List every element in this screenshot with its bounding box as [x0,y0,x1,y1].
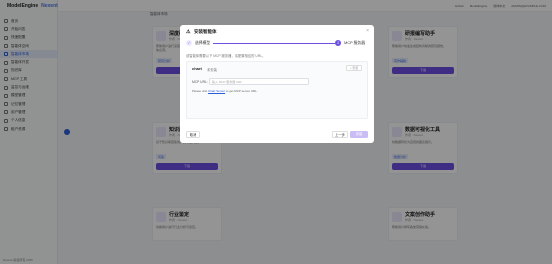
step-1-check-icon: ✓ [186,40,192,46]
mcp-server-name: chart [192,66,202,71]
modal-title: ⚠ 安装智能体 [186,28,217,35]
previous-button[interactable]: 上一步 [332,131,348,138]
mcp-config-panel: chart 未安装 + 安装 MCP URL: 输入 MCP 服务器 URL P… [186,61,368,119]
chart-server-link[interactable]: Chart Server [208,89,225,93]
mcp-url-input[interactable]: 输入 MCP 服务器 URL [209,78,309,85]
visit-note: Please visit Chart Server to get MCP ser… [192,89,258,93]
step-2-label: MCP 服务器 [344,40,365,45]
mcp-url-label: MCP URL: [192,80,208,84]
install-agent-modal: ⚠ 安装智能体 × ✓ 选择模型 2 MCP 服务器 该智能体需要以下 MCP … [180,25,374,143]
step-2-number: 2 [335,40,342,46]
steps: ✓ 选择模型 2 MCP 服务器 [186,39,368,47]
install-button[interactable]: 安装 [350,131,368,138]
install-mcp-button[interactable]: + 安装 [346,65,362,71]
close-icon[interactable]: × [366,28,369,34]
step-1-label: 选择模型 [195,40,211,45]
cancel-button[interactable]: 取消 [186,131,200,138]
step-divider [213,42,336,44]
warning-icon: ⚠ [186,28,191,35]
mcp-server-status: 未安装 [207,67,217,72]
modal-hint: 该智能体需要以下 MCP 服务器，请配置相应的 URL。 [186,54,266,58]
